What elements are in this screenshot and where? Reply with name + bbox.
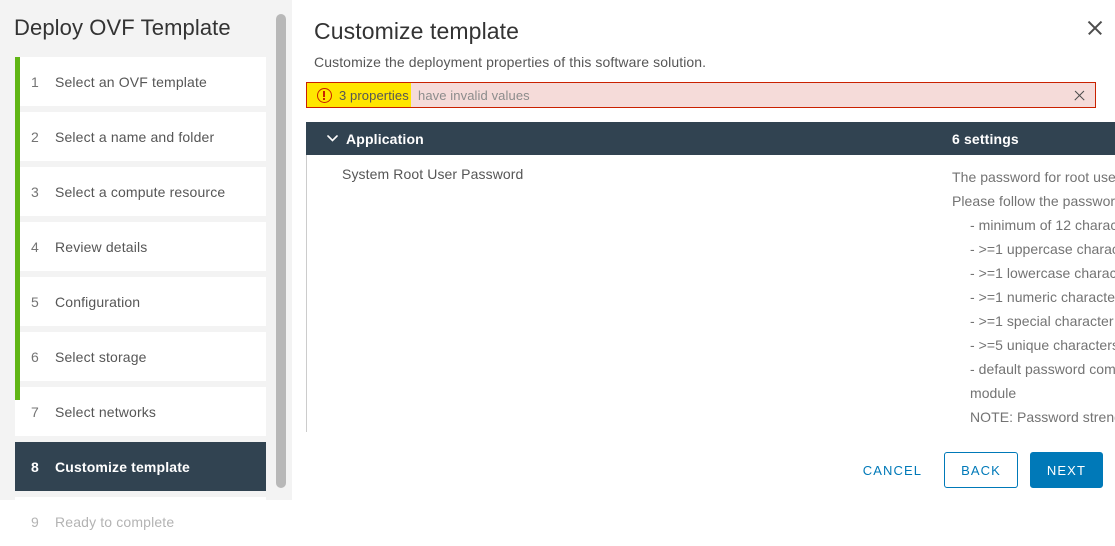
description-line: NOTE: Password strength validation will … [970, 409, 1115, 425]
description-line: - >=1 uppercase character [970, 241, 1115, 257]
description-line: Please follow the password complexity ru… [952, 193, 1115, 209]
wizard-main-pane: Customize template Customize the deploym… [292, 0, 1115, 500]
sidebar-scrollbar-thumb[interactable] [276, 14, 286, 488]
properties-table: System Root User Password The password f… [306, 155, 1115, 500]
description-line: - >=1 special character [970, 313, 1114, 329]
description-line: - minimum of 12 characters in length [970, 217, 1115, 233]
step-number: 2 [31, 128, 39, 145]
cancel-button[interactable]: CANCEL [853, 455, 932, 486]
description-line: - default password complexity rules as e… [970, 361, 1115, 401]
error-exclamation-icon [317, 87, 332, 103]
sidebar-step-6[interactable]: 6 Select storage [15, 332, 266, 381]
property-label-system-root-user-password: System Root User Password [342, 166, 524, 182]
wizard-footer: CANCEL BACK NEXT [853, 452, 1103, 488]
section-settings-count: 6 settings [952, 130, 1019, 147]
sidebar-step-3[interactable]: 3 Select a compute resource [15, 167, 266, 216]
description-line: The password for root user for this VM. [952, 169, 1115, 185]
next-button[interactable]: NEXT [1029, 452, 1103, 488]
step-number: 6 [31, 348, 39, 365]
step-label: Ready to complete [55, 513, 175, 530]
section-header-application[interactable]: Application 6 settings [306, 122, 1115, 155]
step-number: 7 [31, 403, 39, 420]
text-selection-highlight: 3 properties [307, 83, 411, 107]
step-number: 8 [31, 458, 39, 475]
sidebar-step-1[interactable]: 1 Select an OVF template [15, 57, 266, 106]
alert-message-text: have invalid values [418, 87, 530, 103]
alert-close-icon[interactable] [1072, 88, 1087, 103]
alert-highlighted-text: 3 properties [339, 87, 409, 103]
property-description: The password for root user for this VM. … [952, 165, 1115, 429]
wizard-steps-list: 1 Select an OVF template 2 Select a name… [0, 57, 292, 546]
description-line: - >=5 unique characters [970, 337, 1115, 353]
step-label: Select storage [55, 348, 147, 365]
sidebar-step-2[interactable]: 2 Select a name and folder [15, 112, 266, 161]
deploy-ovf-template-wizard: Deploy OVF Template 1 Select an OVF temp… [0, 0, 1115, 546]
close-icon[interactable] [1084, 17, 1106, 39]
sidebar-scrollbar[interactable] [276, 0, 290, 500]
sidebar-step-9[interactable]: 9 Ready to complete [15, 497, 266, 546]
wizard-title: Deploy OVF Template [14, 15, 231, 40]
chevron-down-icon[interactable] [326, 135, 338, 142]
step-number: 3 [31, 183, 39, 200]
step-number: 4 [31, 238, 39, 255]
page-title: Customize template [314, 18, 520, 44]
step-label: Select an OVF template [55, 73, 207, 90]
description-line: - >=1 numeric character [970, 289, 1115, 305]
step-label: Select a name and folder [55, 128, 215, 145]
step-label: Customize template [55, 458, 190, 475]
page-subtitle: Customize the deployment properties of t… [314, 54, 707, 70]
sidebar-step-8-customize-template[interactable]: 8 Customize template [15, 442, 266, 491]
section-name: Application [346, 130, 424, 147]
step-number: 1 [31, 73, 39, 90]
sidebar-step-5[interactable]: 5 Configuration [15, 277, 266, 326]
step-label: Select networks [55, 403, 157, 420]
sidebar-step-7[interactable]: 7 Select networks [15, 387, 266, 436]
description-line: - >=1 lowercase character [970, 265, 1115, 281]
wizard-sidebar: Deploy OVF Template 1 Select an OVF temp… [0, 0, 292, 546]
progress-rail [15, 57, 20, 400]
step-number: 9 [31, 513, 39, 530]
step-label: Select a compute resource [55, 183, 226, 200]
back-button[interactable]: BACK [944, 452, 1018, 488]
validation-error-banner: 3 properties have invalid values [306, 82, 1096, 108]
step-label: Configuration [55, 293, 141, 310]
table-divider [306, 155, 307, 432]
step-number: 5 [31, 293, 39, 310]
step-label: Review details [55, 238, 148, 255]
sidebar-step-4[interactable]: 4 Review details [15, 222, 266, 271]
